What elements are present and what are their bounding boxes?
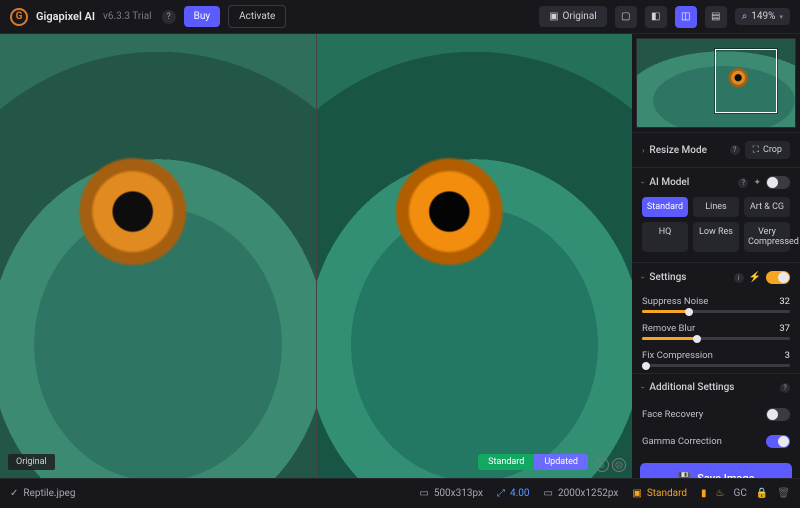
viewer-right-processed: Standard Updated ☺ ☹ — [316, 34, 633, 478]
info-icon[interactable]: ? — [780, 383, 790, 393]
compare-standard-label: Standard — [478, 454, 534, 470]
compare-pill: Standard Updated — [478, 454, 588, 470]
output-dims-label: 2000x1252px — [558, 488, 618, 499]
dimensions-icon: ▭ — [544, 488, 553, 499]
chevron-down-icon: › — [639, 386, 648, 388]
gamma-correction-label: Gamma Correction — [642, 436, 722, 447]
model-indicator: ▣ Standard — [632, 488, 687, 499]
ai-model-grid: Standard Lines Art & CG HQ Low Res Very … — [632, 197, 800, 262]
face-recovery-row: Face Recovery — [632, 401, 800, 428]
view-sidebyside-button[interactable]: ◫ — [675, 6, 697, 28]
sparkle-icon: ✦ — [753, 178, 761, 188]
input-dims-display: ▭ 500x313px — [419, 488, 483, 499]
ai-model-label: AI Model — [649, 177, 733, 188]
suppress-noise-slider[interactable]: Suppress Noise 32 — [632, 292, 800, 319]
additional-settings-label: Additional Settings — [649, 382, 775, 393]
input-dims-label: 500x313px — [434, 488, 483, 499]
original-image — [0, 34, 316, 478]
suppress-noise-value: 32 — [772, 296, 790, 307]
view-split-button[interactable]: ◧ — [645, 6, 667, 28]
chevron-down-icon: ▾ — [779, 13, 783, 21]
navigator-thumbnail[interactable] — [636, 38, 796, 128]
model-verycompressed-button[interactable]: Very Compressed — [744, 222, 790, 252]
expand-icon: ⤢ — [497, 488, 505, 499]
fix-compression-label: Fix Compression — [642, 350, 713, 361]
additional-settings-header[interactable]: › Additional Settings ? — [632, 374, 800, 401]
info-icon[interactable]: i — [734, 273, 744, 283]
right-sidebar: › Resize Mode ? ⛶ Crop › AI Model ? ✦ — [632, 34, 800, 478]
resize-mode-label: Resize Mode — [649, 145, 724, 156]
model-icon: ▣ — [632, 488, 641, 499]
crop-label: Crop — [763, 145, 782, 155]
settings-label: Settings — [649, 272, 728, 283]
image-icon: ▣ — [549, 11, 558, 22]
scale-display[interactable]: ⤢ 4.00 — [497, 488, 530, 499]
ai-model-header[interactable]: › AI Model ? ✦ — [632, 168, 800, 197]
compare-updated-label: Updated — [534, 454, 588, 470]
scale-label: 4.00 — [510, 488, 530, 499]
dimensions-icon: ▭ — [419, 488, 428, 499]
model-indicator-label: Standard — [647, 488, 687, 499]
remove-blur-label: Remove Blur — [642, 323, 695, 334]
bolt-icon: ⚡ — [749, 272, 761, 283]
info-icon[interactable]: ? — [730, 145, 740, 155]
chevron-right-icon: › — [642, 146, 644, 155]
app-version: v6.3.3 Trial — [103, 11, 152, 22]
feedback-happy-icon[interactable]: ☺ — [595, 458, 609, 472]
app-title: Gigapixel AI — [36, 10, 95, 23]
zoom-control[interactable]: ⌕ 149% ▾ — [735, 8, 790, 25]
activate-button[interactable]: Activate — [228, 5, 286, 28]
view-grid-button[interactable]: ▤ — [705, 6, 727, 28]
zoom-icon: ⌕ — [742, 11, 748, 22]
folder-icon[interactable]: ▮ — [701, 488, 707, 499]
app-logo-icon: G — [10, 8, 28, 26]
buy-button[interactable]: Buy — [184, 6, 220, 27]
help-icon[interactable]: ? — [162, 10, 176, 24]
crop-button[interactable]: ⛶ Crop — [745, 141, 790, 159]
navigator-viewport-box[interactable] — [715, 49, 777, 113]
gc-indicator: GC — [734, 488, 747, 499]
model-hq-button[interactable]: HQ — [642, 222, 688, 252]
chevron-down-icon: › — [639, 276, 648, 278]
fix-compression-slider[interactable]: Fix Compression 3 — [632, 346, 800, 373]
lock-icon[interactable]: 🔒 — [756, 488, 768, 499]
suppress-noise-label: Suppress Noise — [642, 296, 708, 307]
save-image-button[interactable]: 💾 Save Image — [640, 463, 792, 478]
face-recovery-toggle[interactable] — [766, 408, 790, 421]
original-tag: Original — [8, 454, 55, 470]
gamma-correction-toggle[interactable] — [766, 435, 790, 448]
image-viewer[interactable]: Original Standard Updated ☺ ☹ — [0, 34, 632, 478]
model-lowres-button[interactable]: Low Res — [693, 222, 739, 252]
processed-image — [317, 34, 633, 478]
view-single-button[interactable]: ▢ — [615, 6, 637, 28]
bottom-bar: ✓ Reptile.jpeg ▭ 500x313px ⤢ 4.00 ▭ 2000… — [0, 478, 800, 508]
info-icon[interactable]: ? — [738, 178, 748, 188]
zoom-value: 149% — [751, 11, 775, 22]
chevron-down-icon: › — [639, 181, 648, 183]
model-lines-button[interactable]: Lines — [693, 197, 739, 217]
gamma-correction-row: Gamma Correction — [632, 428, 800, 455]
remove-blur-value: 37 — [772, 323, 790, 334]
original-view-label: Original — [563, 11, 597, 22]
ai-model-auto-toggle[interactable] — [766, 176, 790, 189]
original-view-button[interactable]: ▣ Original — [539, 6, 607, 27]
settings-header[interactable]: › Settings i ⚡ — [632, 263, 800, 292]
model-artcg-button[interactable]: Art & CG — [744, 197, 790, 217]
top-bar: G Gigapixel AI v6.3.3 Trial ? Buy Activa… — [0, 0, 800, 34]
feedback-sad-icon[interactable]: ☹ — [612, 458, 626, 472]
filename-label: Reptile.jpeg — [23, 488, 75, 499]
flame-icon[interactable]: ♨ — [716, 488, 725, 499]
check-icon: ✓ — [10, 488, 18, 499]
viewer-left-original: Original — [0, 34, 316, 478]
settings-auto-toggle[interactable] — [766, 271, 790, 284]
crop-icon: ⛶ — [753, 145, 759, 155]
trash-icon[interactable]: 🗑 — [777, 488, 790, 499]
model-standard-button[interactable]: Standard — [642, 197, 688, 217]
filename-display: ✓ Reptile.jpeg — [10, 488, 75, 499]
face-recovery-label: Face Recovery — [642, 409, 703, 420]
output-dims-display: ▭ 2000x1252px — [544, 488, 619, 499]
remove-blur-slider[interactable]: Remove Blur 37 — [632, 319, 800, 346]
resize-mode-header[interactable]: › Resize Mode ? ⛶ Crop — [632, 133, 800, 167]
fix-compression-value: 3 — [772, 350, 790, 361]
